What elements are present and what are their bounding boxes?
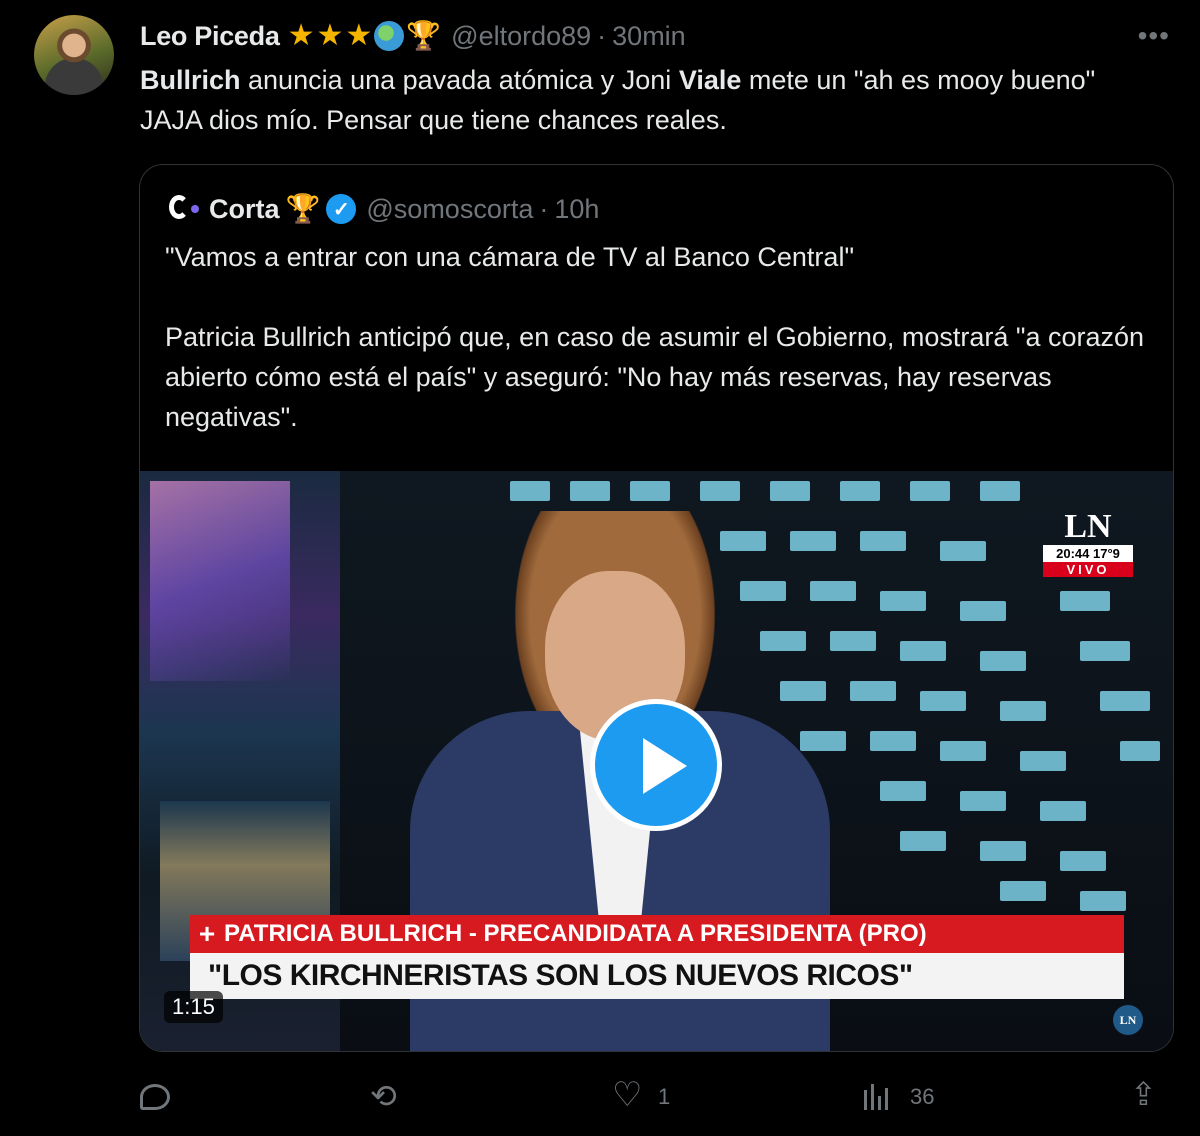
- more-options-icon[interactable]: •••: [1138, 20, 1170, 52]
- quoted-header: Corta 🏆 ✓ @somoscorta · 10h: [165, 189, 599, 229]
- like-button[interactable]: 1: [612, 1075, 670, 1119]
- quoted-time[interactable]: 10h: [554, 194, 599, 225]
- reply-icon: [140, 1084, 170, 1110]
- star-icon: ★: [316, 19, 344, 52]
- corta-logo-icon[interactable]: [165, 191, 201, 227]
- quoted-text-line2: Patricia Bullrich anticipó que, en caso …: [165, 322, 1145, 432]
- lower-third-name-text: PATRICIA BULLRICH - PRECANDIDATA A PRESI…: [224, 920, 927, 947]
- star-icon: ★: [287, 19, 315, 52]
- share-icon: [1126, 1075, 1158, 1113]
- video-duration: 1:15: [164, 991, 223, 1023]
- like-count: 1: [658, 1084, 671, 1109]
- views-icon: [864, 1084, 896, 1110]
- mention-viale: Viale: [678, 65, 742, 95]
- tweet-header: Leo Piceda ★ ★ ★ 🏆 @eltordo89 · 30min: [140, 18, 686, 54]
- author-handle[interactable]: @eltordo89: [451, 21, 591, 52]
- live-badge: VIVO: [1043, 562, 1133, 577]
- channel-mark: LN: [1064, 508, 1112, 545]
- corner-logo: LN: [1113, 1005, 1143, 1035]
- retweet-icon: [370, 1077, 402, 1115]
- views-button[interactable]: 36: [864, 1075, 934, 1119]
- avatar[interactable]: [34, 15, 114, 95]
- verified-badge-icon: ✓: [326, 194, 357, 224]
- tweet-time[interactable]: 30min: [612, 21, 686, 52]
- separator: ·: [597, 20, 607, 51]
- separator: ·: [539, 193, 549, 224]
- quoted-tweet[interactable]: Corta 🏆 ✓ @somoscorta · 10h "Vamos a ent…: [139, 164, 1174, 1052]
- globe-icon: [374, 21, 405, 51]
- quoted-author-handle[interactable]: @somoscorta: [366, 194, 533, 225]
- lower-third-quote: "LOS KIRCHNERISTAS SON LOS NUEVOS RICOS": [190, 953, 1124, 999]
- trophy-icon: 🏆: [406, 20, 442, 51]
- star-icon: ★: [345, 19, 373, 52]
- play-icon: [643, 738, 687, 794]
- tweet-text-part: anuncia una pavada atómica y Joni: [240, 65, 679, 95]
- retweet-button[interactable]: [370, 1075, 416, 1119]
- tweet-text: Bullrich anuncia una pavada atómica y Jo…: [140, 60, 1150, 140]
- mention-bullrich: Bullrich: [140, 65, 241, 95]
- channel-logo: LN 20:44 17°9 VIVO: [1043, 509, 1133, 577]
- trophy-icon: 🏆: [285, 193, 321, 224]
- tweet[interactable]: Leo Piceda ★ ★ ★ 🏆 @eltordo89 · 30min ••…: [0, 0, 1200, 1136]
- video-player[interactable]: LN 20:44 17°9 VIVO + PATRICIA BULLRICH -…: [140, 471, 1173, 1051]
- author-name[interactable]: Leo Piceda: [140, 21, 280, 52]
- quoted-text-line1: "Vamos a entrar con una cámara de TV al …: [165, 242, 855, 272]
- reply-button[interactable]: [140, 1075, 184, 1119]
- author-badges: ★ ★ ★ 🏆: [287, 19, 442, 52]
- plus-icon: +: [198, 918, 216, 949]
- share-button[interactable]: [1126, 1075, 1158, 1119]
- heart-icon: [612, 1075, 644, 1115]
- views-count: 36: [910, 1084, 935, 1109]
- action-bar: 1 36: [140, 1075, 1170, 1119]
- play-button[interactable]: [590, 699, 722, 831]
- quoted-author-name[interactable]: Corta: [209, 194, 280, 225]
- lower-third-name: + PATRICIA BULLRICH - PRECANDIDATA A PRE…: [190, 915, 1124, 953]
- quoted-text: "Vamos a entrar con una cámara de TV al …: [165, 237, 1150, 437]
- broadcast-clock: 20:44 17°9: [1043, 545, 1133, 562]
